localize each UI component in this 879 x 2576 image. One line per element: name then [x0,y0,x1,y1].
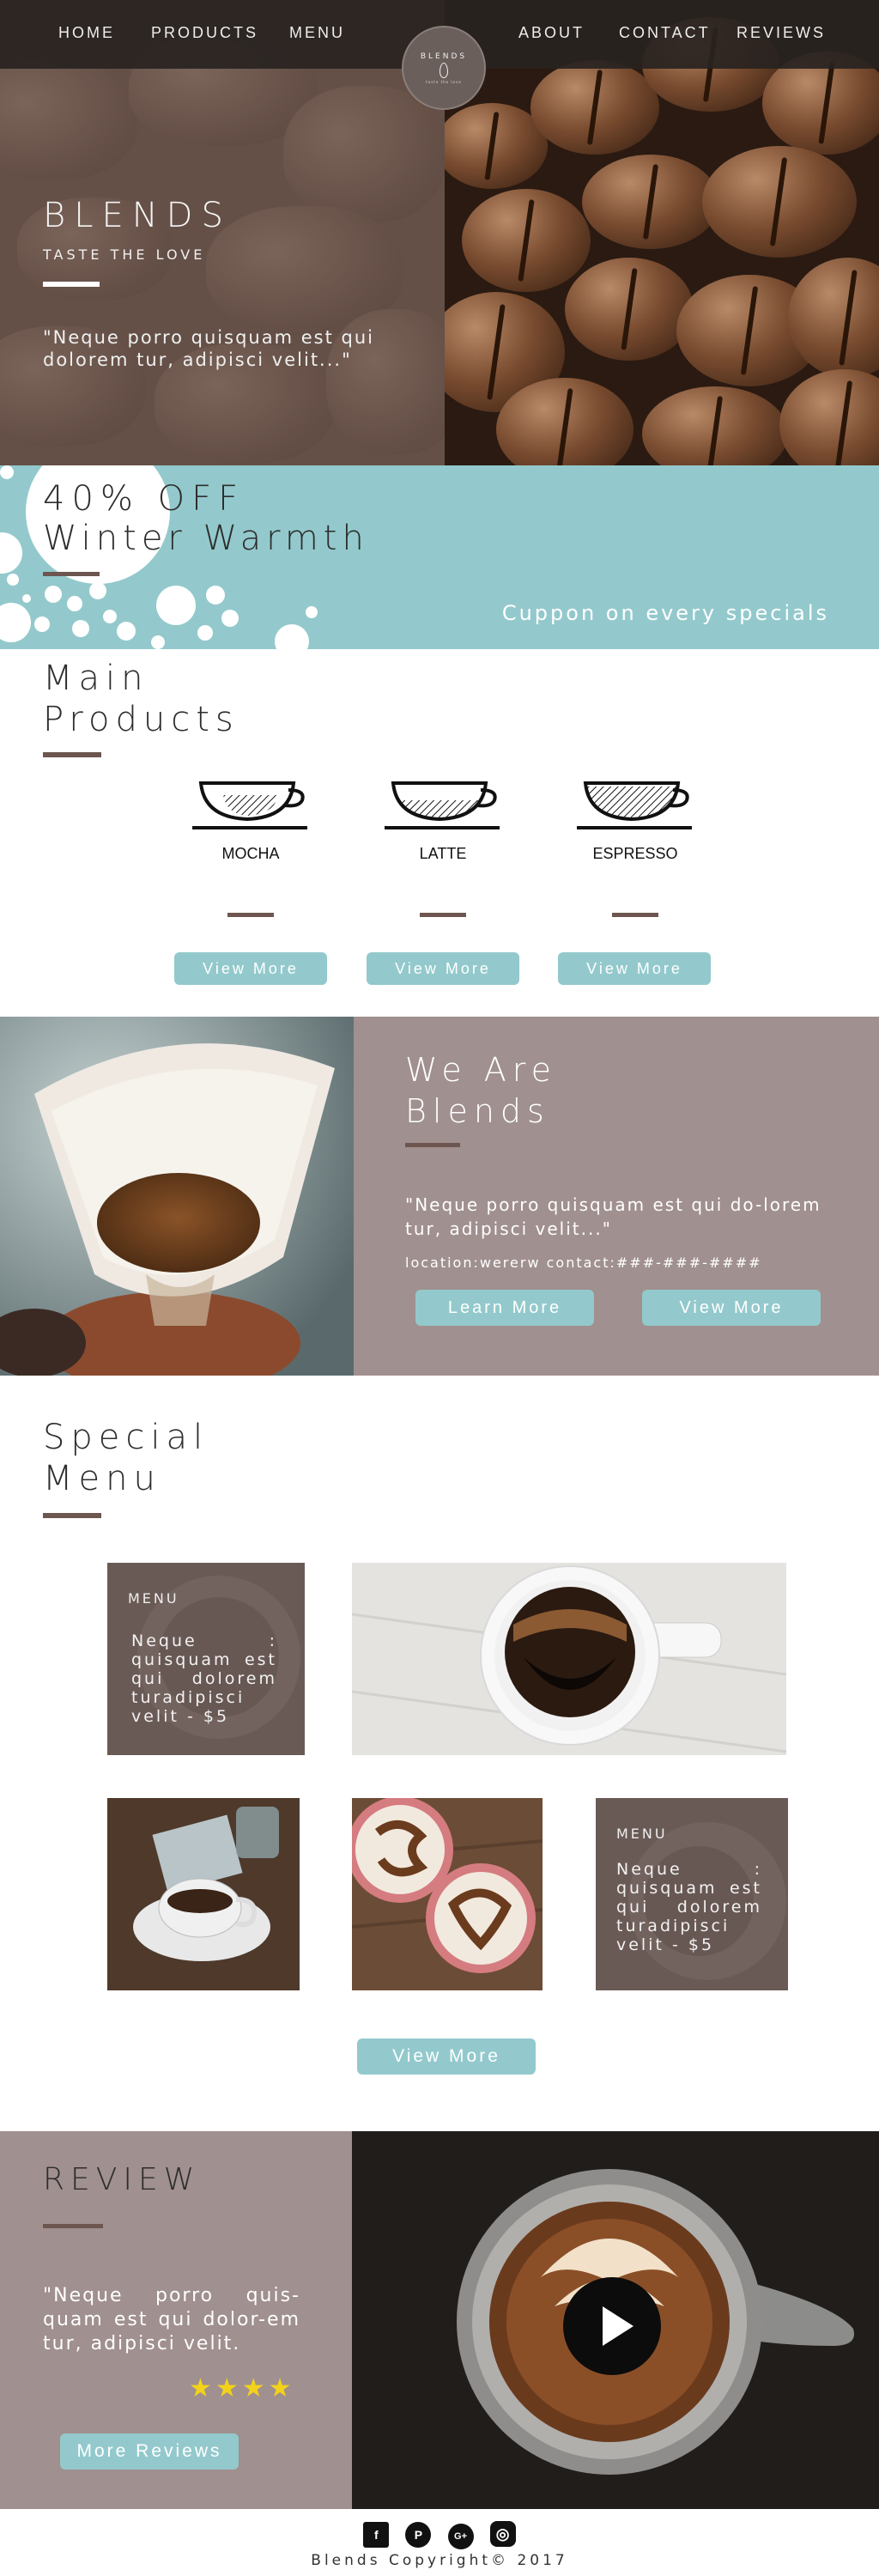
coffee-table-photo[interactable] [107,1798,300,1990]
promo-discount: 40% OFF [43,479,246,519]
product-divider [612,913,658,917]
promo-banner: 40% OFF Winter Warmth Cuppon on every sp… [0,465,879,649]
about-view-more-button[interactable]: View More [642,1290,821,1326]
menu-tile-title: MENU [616,1826,668,1842]
review-panel: REVIEW "Neque porro quis-quam est qui do… [0,2131,352,2509]
coffee-beans-image [445,0,879,465]
latte-art-image [352,1798,543,1990]
review-title: REVIEW [43,2162,201,2197]
star-rating: ★★★★ [189,2373,295,2403]
promo-divider [43,572,100,576]
nav-contact[interactable]: CONTACT [619,24,711,42]
products-heading-line2: Products [43,700,239,739]
logo-tagline: taste the love [426,79,462,84]
facebook-icon[interactable]: f [363,2522,390,2548]
review-video[interactable] [352,2131,879,2509]
coffee-cup-icon [192,781,307,829]
menu-tile-1[interactable]: MENU Neque : quisquam est qui dolorem tu… [107,1563,305,1755]
instagram-icon[interactable]: ◎ [489,2521,516,2547]
hero-quote: "Neque porro quisquam est qui dolorem tu… [43,327,374,370]
product-mocha: MOCHA [191,776,311,917]
nav-menu[interactable]: MENU [289,24,345,42]
coffee-smile-image [352,1563,786,1755]
special-view-more-button[interactable]: View More [357,2038,536,2075]
coffee-filter-image [0,1017,354,1376]
menu-tile-2[interactable]: MENU Neque : quisquam est qui dolorem tu… [596,1798,788,1990]
about-title-line2: Blends [405,1092,550,1130]
play-button[interactable] [563,2277,661,2375]
special-heading-line1: Special [43,1418,209,1457]
about-panel: We Are Blends "Neque porro quisquam est … [354,1017,879,1376]
logo-wordmark: BLENDS [420,52,468,61]
product-divider [227,913,274,917]
leaf-icon [440,62,448,78]
menu-tile-text: Neque : quisquam est qui dolorem turadip… [616,1860,762,1954]
product-latte: LATTE [383,776,503,917]
products-divider [43,752,101,757]
nav-home[interactable]: HOME [58,24,115,42]
nav-products[interactable]: PRODUCTS [151,24,258,42]
promo-title: Winter Warmth [43,519,369,558]
products-heading: Main Products [43,658,239,740]
review-divider [43,2224,103,2228]
product-name-latte: LATTE [419,845,467,862]
coffee-cup-icon [385,781,500,829]
coffee-table-image [107,1798,300,1990]
menu-tile-title: MENU [128,1590,179,1607]
google-plus-icon[interactable]: G+ [447,2524,474,2549]
play-icon [603,2306,633,2346]
special-divider [43,1513,101,1518]
products-heading-line1: Main [43,659,149,698]
pinterest-icon[interactable]: P [405,2522,432,2548]
product-name-espresso: ESPRESSO [592,845,678,862]
about-quote: "Neque porro quisquam est qui do-lorem t… [405,1194,821,1239]
coffee-filter-photo [0,1017,354,1376]
mocha-view-more-button[interactable]: View More [174,952,327,985]
hero-subtitle: TASTE THE LOVE [43,246,206,263]
more-reviews-button[interactable]: More Reviews [60,2433,239,2470]
about-title: We Are Blends [405,1049,557,1132]
learn-more-button[interactable]: Learn More [415,1290,594,1326]
about-title-line1: We Are [405,1051,557,1089]
copyright: Blends Copyright© 2017 [311,2552,568,2569]
blends-logo[interactable]: BLENDS taste the love [402,26,486,110]
latte-view-more-button[interactable]: View More [367,952,519,985]
special-menu-heading: Special Menu [43,1417,209,1499]
latte-art-photo[interactable] [352,1798,543,1990]
hero-divider [43,282,100,287]
nav-reviews[interactable]: REVIEWS [737,24,826,42]
nav-about[interactable]: ABOUT [518,24,585,42]
product-divider [420,913,466,917]
about-divider [405,1143,460,1147]
special-heading-line2: Menu [43,1459,161,1498]
espresso-view-more-button[interactable]: View More [558,952,711,985]
coffee-cup-icon [577,781,692,829]
menu-tile-text: Neque : quisquam est qui dolorem turadip… [131,1631,277,1726]
promo-coupon-text: Cuppon on every specials [501,601,829,625]
coffee-cup-photo[interactable] [352,1563,786,1755]
social-links: f P G+ ◎ [0,2521,879,2549]
product-name-mocha: MOCHA [221,845,280,862]
hero-title: BLENDS [43,196,232,235]
product-espresso: ESPRESSO [575,776,695,917]
review-quote: "Neque porro quis-quam est qui dolor-em … [43,2285,300,2354]
about-location: location:wererw contact:###-###-#### [405,1255,762,1271]
